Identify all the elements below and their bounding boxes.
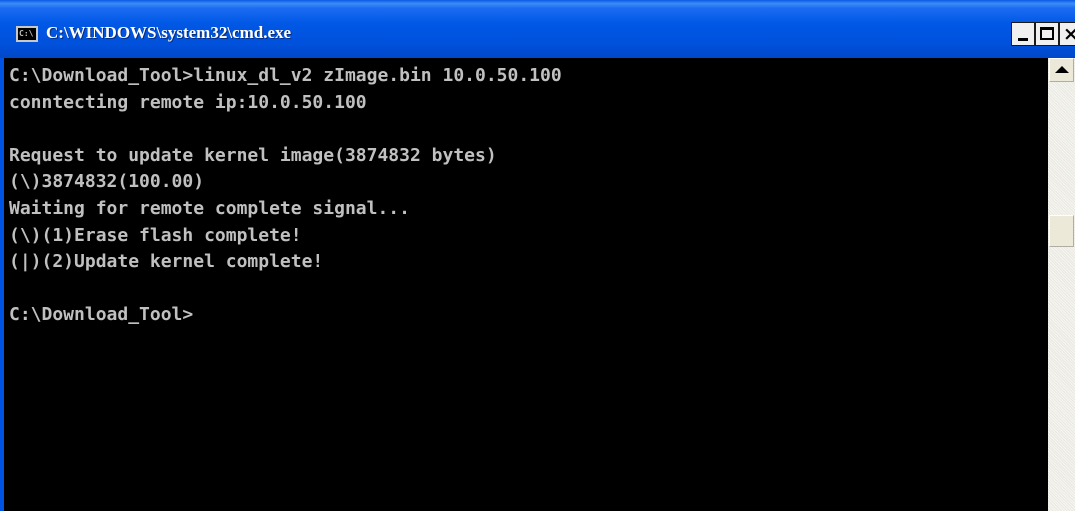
console-prompt-line: C:\Download_Tool> (9, 304, 194, 326)
console-line: conntecting remote ip:10.0.50.100 (9, 91, 367, 113)
cmd-app-icon[interactable]: C:\ (16, 26, 38, 42)
close-button[interactable]: × (1059, 22, 1075, 46)
minimize-button[interactable] (1011, 22, 1035, 46)
console-line: (\)(1)Erase flash complete! (9, 224, 302, 246)
scroll-thumb[interactable] (1049, 215, 1074, 247)
console-line: Waiting for remote complete signal... (9, 197, 410, 219)
title-bar[interactable]: C:\ C:\WINDOWS\system32\cmd.exe × (0, 0, 1075, 58)
console-lines: C:\Download_Tool>linux_dl_v2 zImage.bin … (9, 63, 562, 329)
console-line: C:\Download_Tool>linux_dl_v2 zImage.bin … (9, 65, 562, 86)
console-line: Request to update kernel image(3874832 b… (9, 144, 497, 166)
console-line: (|)(2)Update kernel complete! (9, 251, 324, 273)
vertical-scrollbar[interactable] (1048, 58, 1075, 511)
console-line: (\)3874832(100.00) (9, 171, 205, 193)
window-title: C:\WINDOWS\system32\cmd.exe (46, 23, 292, 42)
maximize-button[interactable] (1035, 22, 1059, 46)
minimize-icon (1018, 38, 1028, 41)
close-icon: × (1063, 23, 1075, 45)
console-output[interactable]: C:\Download_Tool>linux_dl_v2 zImage.bin … (4, 58, 1048, 511)
cmd-window: C:\ C:\WINDOWS\system32\cmd.exe × C:\Dow… (0, 0, 1075, 511)
maximize-icon (1040, 27, 1054, 40)
scroll-up-arrow-icon (1055, 66, 1069, 73)
scroll-up-button[interactable] (1049, 58, 1074, 82)
